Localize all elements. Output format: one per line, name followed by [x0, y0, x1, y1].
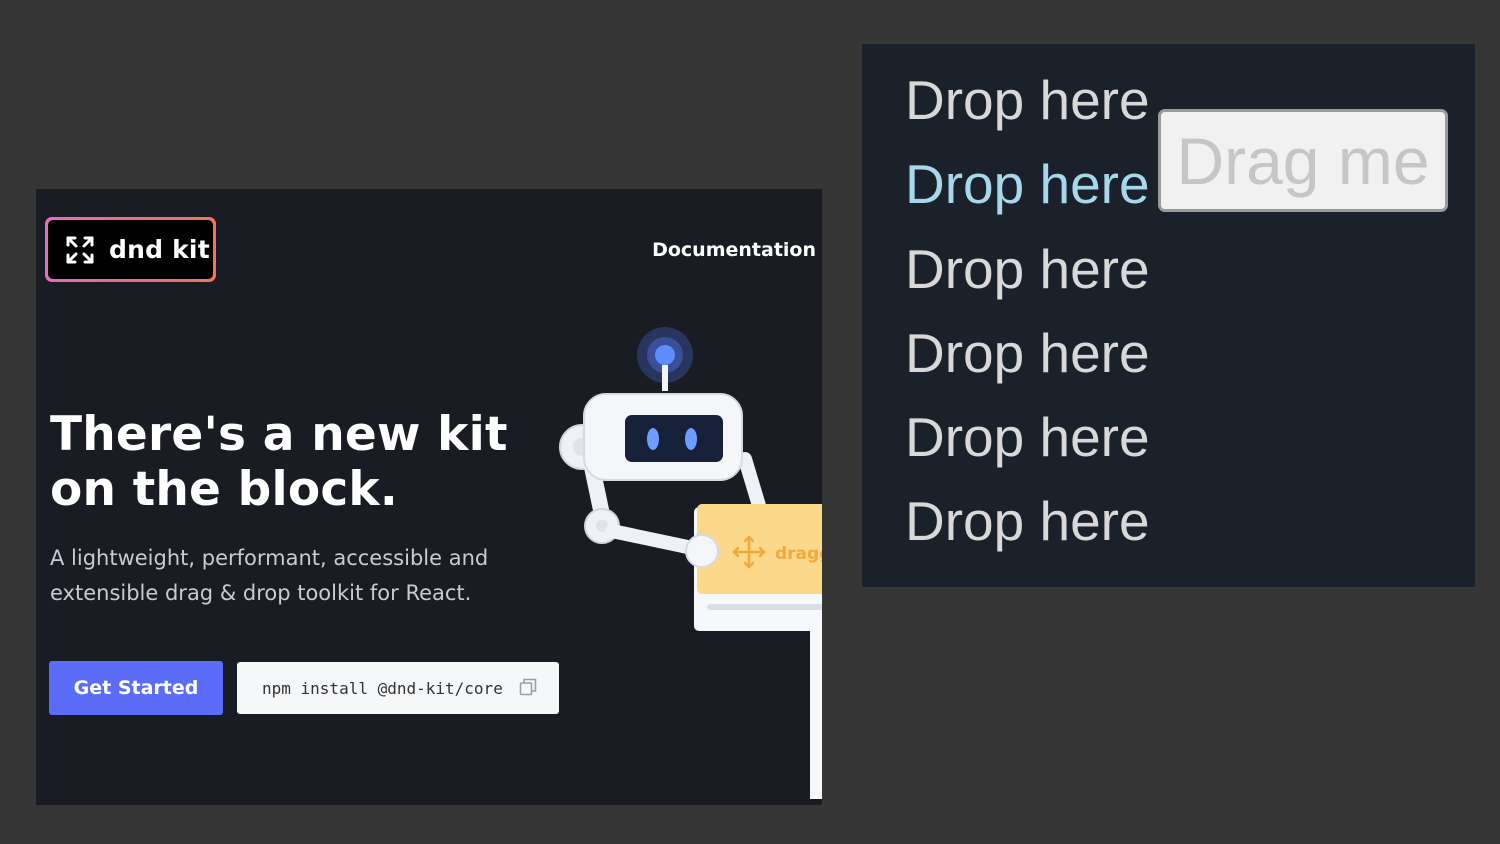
- install-command-text: npm install @dnd-kit/core: [262, 678, 503, 698]
- get-started-button[interactable]: Get Started: [49, 661, 223, 715]
- card-label: dragg: [775, 544, 822, 564]
- drop-zone-4[interactable]: Drop here: [905, 323, 1150, 383]
- brand-logo-inner: dnd kit: [48, 220, 213, 279]
- drag-me-item[interactable]: Drag me: [1158, 109, 1448, 212]
- drop-zone-1[interactable]: Drop here: [905, 70, 1150, 130]
- brand-name: dnd kit: [109, 235, 210, 264]
- robot-illustration: dragg: [552, 319, 822, 803]
- hero-subtitle-line2: extensible drag & drop toolkit for React…: [50, 581, 472, 605]
- install-command-box[interactable]: npm install @dnd-kit/core: [237, 662, 559, 714]
- drop-zone-5[interactable]: Drop here: [905, 407, 1150, 467]
- draggable-card: dragg: [694, 504, 822, 631]
- drop-zone-2[interactable]: Drop here: [905, 154, 1150, 214]
- hero-title: There's a new kit on the block.: [50, 407, 510, 517]
- drag-arrows-icon: [64, 234, 96, 266]
- hero-title-line1: There's a new kit: [50, 407, 508, 462]
- hero-title-line2: on the block.: [50, 462, 398, 517]
- hero-subtitle-line1: A lightweight, performant, accessible an…: [50, 546, 489, 570]
- drop-zone-panel: Drop here Drop here Drop here Drop here …: [862, 44, 1475, 587]
- hero-subtitle: A lightweight, performant, accessible an…: [50, 541, 530, 611]
- drop-zone-3[interactable]: Drop here: [905, 239, 1150, 299]
- brand-logo[interactable]: dnd kit: [45, 217, 216, 282]
- copy-icon[interactable]: [519, 678, 537, 700]
- dnd-kit-homepage: dnd kit Documentation There's a new kit …: [36, 189, 822, 805]
- nav-documentation-link[interactable]: Documentation: [652, 239, 816, 261]
- drop-zone-6[interactable]: Drop here: [905, 491, 1150, 551]
